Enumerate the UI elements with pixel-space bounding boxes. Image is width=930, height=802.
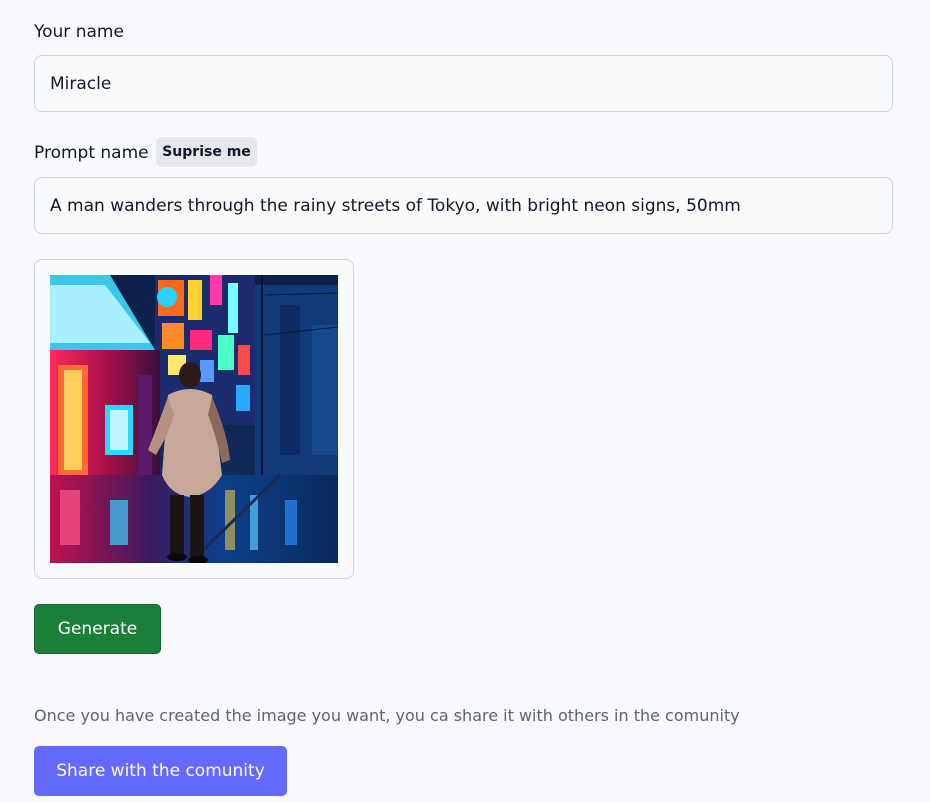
name-input[interactable] (34, 55, 893, 112)
prompt-input[interactable] (34, 177, 893, 234)
surprise-me-button[interactable]: Suprise me (156, 137, 257, 167)
generated-image (50, 275, 338, 563)
prompt-label: Prompt name (34, 143, 149, 163)
share-button[interactable]: Share with the comunity (34, 746, 287, 796)
image-preview-frame (34, 259, 354, 579)
generate-button[interactable]: Generate (34, 604, 161, 654)
share-note: Once you have created the image you want… (34, 706, 740, 725)
name-label: Your name (34, 22, 124, 42)
